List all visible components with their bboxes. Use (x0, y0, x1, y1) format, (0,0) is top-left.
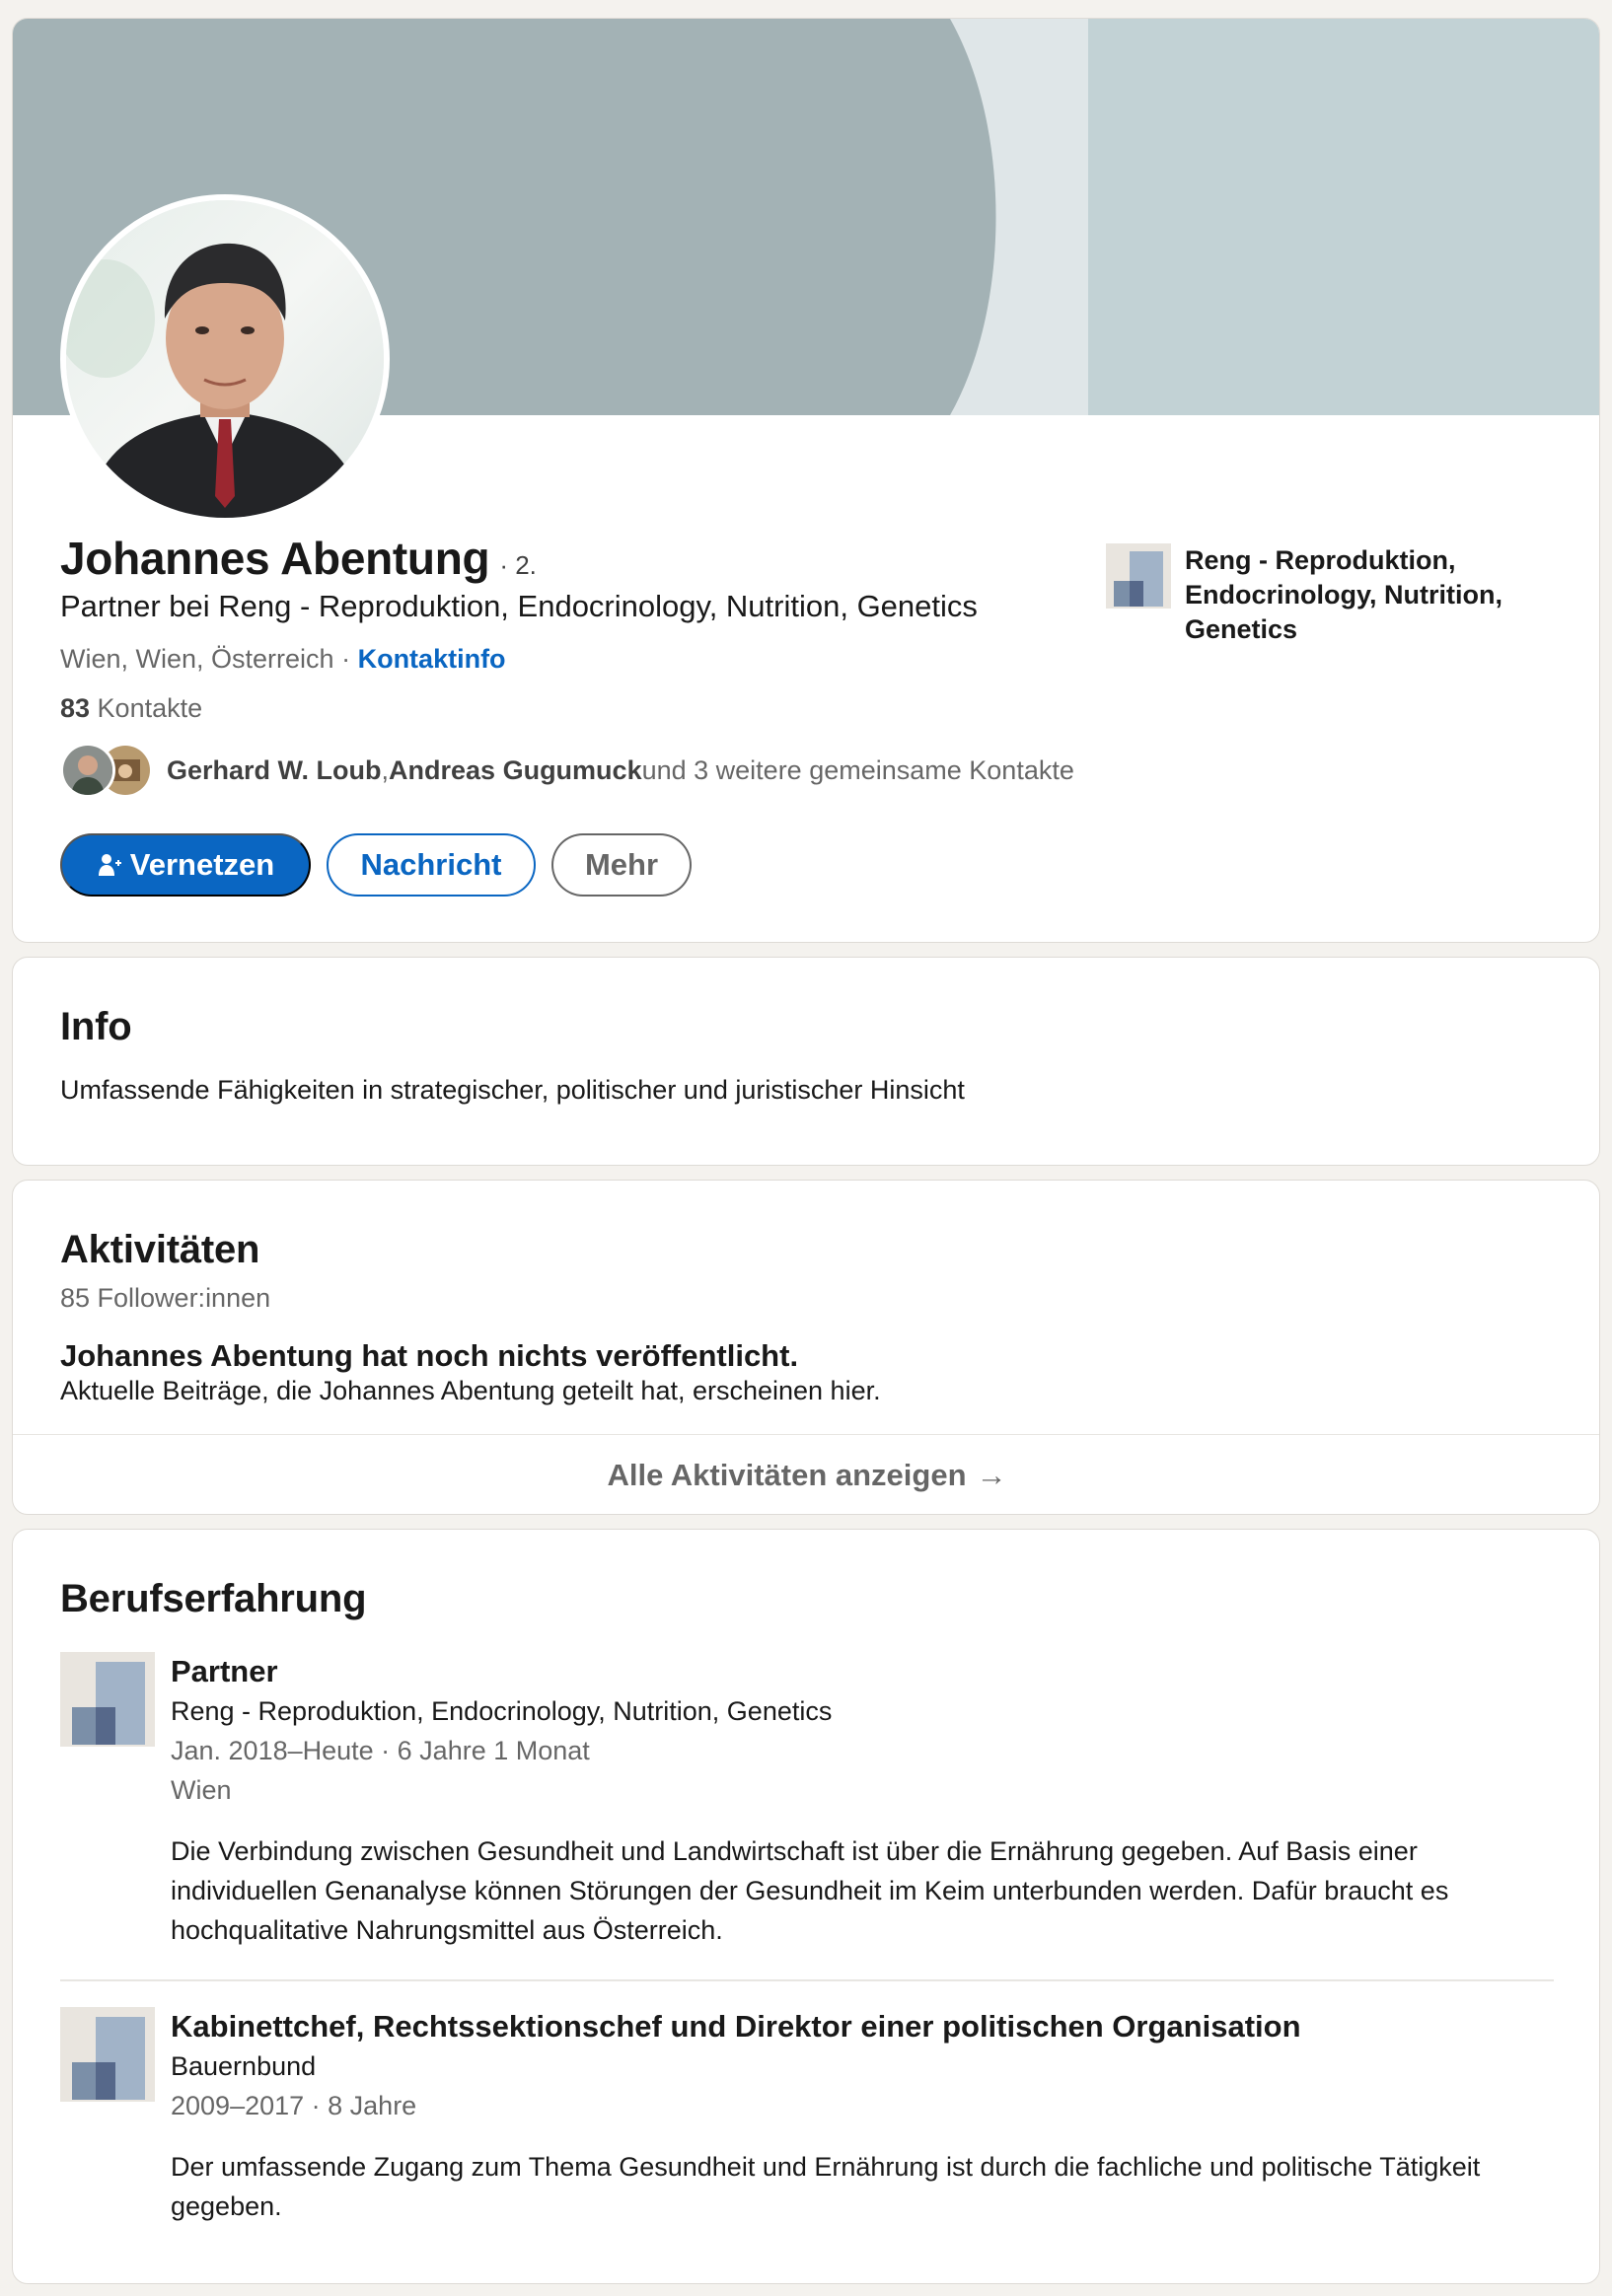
activity-empty-subtitle: Aktuelle Beiträge, die Johannes Abentung… (60, 1376, 881, 1405)
experience-title-text: Kabinettchef, Rechtssektionschef und Dir… (171, 2009, 1301, 2044)
mutual-connections[interactable]: Gerhard W. Loub, Andreas Gugumuck und 3 … (60, 743, 1074, 798)
mutual-name-2: Andreas Gugumuck (389, 754, 642, 785)
name-row: Johannes Abentung · 2. (60, 532, 537, 585)
connect-button-label: Vernetzen (129, 847, 275, 882)
location-row: Wien, Wien, Österreich · Kontaktinfo (60, 644, 506, 675)
company-placeholder-icon[interactable] (60, 2007, 155, 2102)
experience-dates: 2009–2017 · 8 Jahre (171, 2091, 417, 2120)
followers-count: 85 Follower:innen (60, 1283, 271, 1313)
show-all-activity-button[interactable]: Alle Aktivitäten anzeigen → (13, 1434, 1599, 1514)
experience-item: Kabinettchef, Rechtssektionschef und Dir… (60, 2007, 1554, 2244)
experience-description: Der umfassende Zugang zum Thema Gesundhe… (171, 2152, 1481, 2221)
company-placeholder-icon[interactable] (60, 1652, 155, 1747)
mutual-separator: , (381, 754, 390, 785)
current-company-name: Reng - Reproduktion, Endocrinology, Nutr… (1185, 545, 1502, 644)
experience-item: Partner Reng - Reproduktion, Endocrinolo… (60, 1652, 1554, 1948)
experience-details: Partner Reng - Reproduktion, Endocrinolo… (171, 1652, 1554, 1950)
profile-name: Johannes Abentung (60, 533, 490, 584)
mutual-avatars (60, 743, 153, 798)
more-button[interactable]: Mehr (551, 833, 692, 897)
connect-button[interactable]: Vernetzen (60, 833, 311, 897)
experience-company[interactable]: Reng - Reproduktion, Endocrinology, Nutr… (171, 1691, 1554, 1731)
connections-label: Kontakte (90, 693, 203, 723)
info-title: Info (60, 1005, 132, 1048)
connection-degree: · 2. (499, 550, 537, 580)
experience-details: Kabinettchef, Rechtssektionschef und Dir… (171, 2007, 1554, 2226)
profile-photo-image (66, 200, 384, 518)
person-add-icon (98, 854, 121, 876)
contact-info-link[interactable]: Kontaktinfo (358, 644, 506, 674)
experience-company[interactable]: Bauernbund (171, 2046, 1554, 2086)
mutual-rest: und 3 weitere gemeinsame Kontakte (641, 754, 1074, 785)
mutual-avatar (60, 743, 115, 798)
mutual-name-1: Gerhard W. Loub (167, 754, 382, 785)
activity-section: Aktivitäten 85 Follower:innen Johannes A… (12, 1180, 1600, 1515)
show-all-activity-label: Alle Aktivitäten anzeigen (607, 1457, 967, 1492)
arrow-right-icon: → (976, 1457, 1007, 1492)
profile-top-card: Johannes Abentung · 2. Partner bei Reng … (12, 18, 1600, 943)
location-separator: · (333, 644, 358, 674)
experience-divider (60, 1979, 1554, 1981)
current-company[interactable]: Reng - Reproduktion, Endocrinology, Nutr… (1106, 543, 1560, 647)
info-text: Umfassende Fähigkeiten in strategischer,… (60, 1075, 965, 1105)
experience-section: Berufserfahrung Partner Reng - Reprodukt… (12, 1529, 1600, 2284)
activity-empty-title: Johannes Abentung hat noch nichts veröff… (60, 1338, 799, 1373)
activity-title: Aktivitäten (60, 1228, 260, 1271)
company-placeholder-icon (1106, 543, 1171, 609)
experience-title-text: Partner (171, 1654, 278, 1688)
profile-location: Wien, Wien, Österreich (60, 644, 334, 674)
connections-number: 83 (60, 693, 91, 723)
profile-photo[interactable] (60, 194, 390, 524)
experience-location: Wien (171, 1775, 232, 1805)
mutual-avatar-image (63, 746, 112, 795)
info-section: Info Umfassende Fähigkeiten in strategis… (12, 957, 1600, 1166)
profile-headline: Partner bei Reng - Reproduktion, Endocri… (60, 589, 978, 623)
experience-title: Berufserfahrung (60, 1577, 367, 1620)
profile-actions: Vernetzen Nachricht Mehr (60, 833, 692, 897)
experience-dates: Jan. 2018–Heute · 6 Jahre 1 Monat (171, 1736, 590, 1765)
experience-description: Die Verbindung zwischen Gesundheit und L… (171, 1836, 1449, 1945)
message-button[interactable]: Nachricht (327, 833, 536, 897)
connections-count[interactable]: 83 Kontakte (60, 693, 202, 724)
